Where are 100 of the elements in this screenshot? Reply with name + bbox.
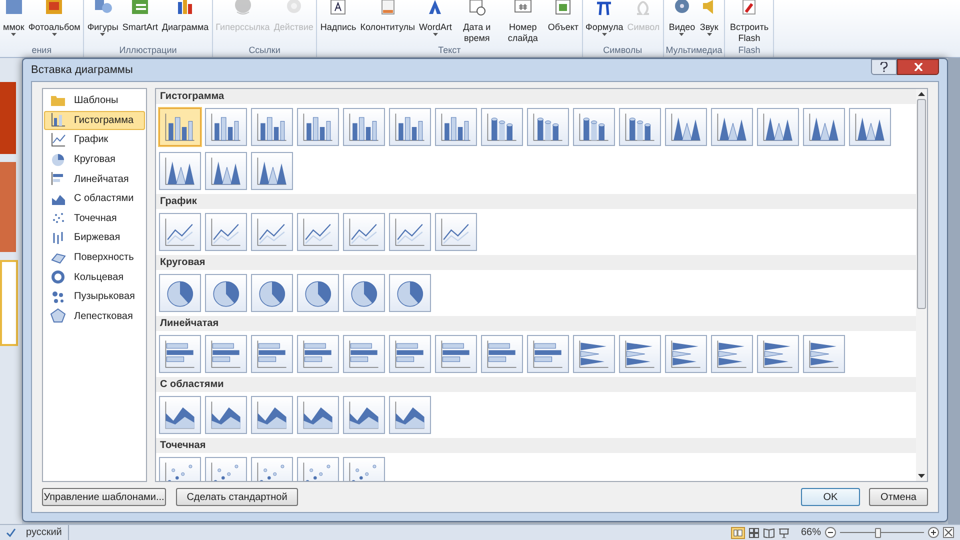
category-item[interactable]: График	[44, 130, 145, 150]
category-item[interactable]: Гистограмма	[44, 110, 145, 130]
chart-type-option[interactable]	[159, 108, 201, 146]
chart-type-option[interactable]	[205, 274, 247, 312]
ribbon-button[interactable]: Дата и время	[454, 0, 499, 44]
category-item[interactable]: Шаблоны	[44, 91, 145, 111]
chart-type-option[interactable]	[297, 335, 339, 373]
chart-type-option[interactable]	[527, 108, 569, 146]
chart-type-option[interactable]	[435, 108, 477, 146]
chart-type-option[interactable]	[803, 335, 845, 373]
chart-type-option[interactable]	[665, 108, 707, 146]
zoom-level[interactable]: 66%	[800, 525, 821, 540]
category-item[interactable]: С областями	[44, 188, 145, 209]
chart-type-option[interactable]	[297, 274, 339, 312]
ribbon-button[interactable]: Диаграмма	[160, 0, 210, 33]
zoom-out-icon[interactable]	[825, 527, 836, 538]
chart-type-option[interactable]	[573, 108, 615, 146]
ribbon-button[interactable]: Звук	[698, 0, 720, 36]
ribbon-button[interactable]: Фигуры	[86, 0, 120, 36]
dialog-button[interactable]: Сделать стандартной	[176, 488, 298, 506]
chart-type-option[interactable]	[481, 108, 523, 146]
category-item[interactable]: Пузырьковая	[44, 286, 145, 307]
chart-type-option[interactable]	[297, 108, 339, 146]
category-item[interactable]: Линейчатая	[44, 169, 145, 189]
close-button[interactable]	[897, 59, 939, 75]
zoom-slider[interactable]	[840, 528, 924, 538]
chart-type-option[interactable]	[251, 274, 293, 312]
ribbon-button[interactable]: ммок	[2, 0, 26, 36]
chart-type-option[interactable]	[251, 108, 293, 146]
category-item[interactable]: Биржевая	[44, 228, 145, 248]
chart-type-option[interactable]	[251, 152, 293, 190]
chart-type-option[interactable]	[527, 335, 569, 373]
ok-button[interactable]: OK	[801, 488, 860, 506]
chart-type-option[interactable]	[297, 213, 339, 251]
chart-type-option[interactable]	[343, 396, 385, 434]
chart-type-option[interactable]	[251, 335, 293, 373]
chart-type-option[interactable]	[435, 213, 477, 251]
cancel-button[interactable]: Отмена	[869, 488, 928, 506]
ribbon-button[interactable]: Видео	[668, 0, 696, 36]
chart-type-option[interactable]	[711, 108, 753, 146]
normal-view-icon[interactable]	[730, 526, 745, 538]
chart-type-option[interactable]	[159, 335, 201, 373]
chart-type-option[interactable]	[205, 335, 247, 373]
chart-type-option[interactable]	[849, 108, 891, 146]
chart-type-option[interactable]	[389, 108, 431, 146]
ribbon-button[interactable]: WordArt	[418, 0, 453, 36]
chart-type-option[interactable]	[711, 335, 753, 373]
zoom-slider-thumb[interactable]	[874, 528, 881, 538]
dialog-button[interactable]: Управление шаблонами...	[42, 488, 166, 506]
chart-type-option[interactable]	[435, 335, 477, 373]
chart-type-option[interactable]	[251, 213, 293, 251]
chart-type-option[interactable]	[619, 335, 661, 373]
chart-type-option[interactable]	[389, 274, 431, 312]
ribbon-button[interactable]: Объект	[546, 0, 580, 33]
chart-type-option[interactable]	[159, 152, 201, 190]
chart-type-option[interactable]	[205, 213, 247, 251]
ribbon-button[interactable]: SmartArt	[121, 0, 159, 33]
category-item[interactable]: Круговая	[44, 150, 145, 170]
ribbon-button[interactable]: Колонтитулы	[359, 0, 416, 33]
language-indicator[interactable]: русский	[26, 525, 69, 540]
chart-type-option[interactable]	[343, 335, 385, 373]
chart-type-option[interactable]	[389, 213, 431, 251]
chart-type-option[interactable]	[159, 213, 201, 251]
chart-type-option[interactable]	[159, 274, 201, 312]
category-item[interactable]: Точечная	[44, 208, 145, 228]
chart-type-option[interactable]	[481, 335, 523, 373]
chart-type-option[interactable]	[343, 108, 385, 146]
ribbon-button[interactable]: Встроить Flash	[727, 0, 772, 44]
scrollbar[interactable]	[916, 89, 927, 481]
grid-view-icon[interactable]	[748, 528, 759, 538]
chart-type-option[interactable]	[205, 396, 247, 434]
chart-type-option[interactable]	[803, 108, 845, 146]
ribbon-button[interactable]: Надпись	[319, 0, 358, 33]
projector-screen-icon[interactable]	[778, 528, 789, 538]
fit-to-window-icon[interactable]	[943, 527, 954, 538]
zoom-in-icon[interactable]	[928, 527, 939, 538]
chart-type-option[interactable]	[343, 274, 385, 312]
ribbon-button[interactable]: Фотоальбом	[27, 0, 82, 36]
chart-type-option[interactable]	[205, 108, 247, 146]
chart-type-option[interactable]	[665, 335, 707, 373]
help-button[interactable]	[871, 59, 897, 75]
chart-type-option[interactable]	[251, 396, 293, 434]
chart-type-option[interactable]	[573, 335, 615, 373]
chart-type-option[interactable]	[389, 335, 431, 373]
category-item[interactable]: Поверхность	[44, 248, 145, 268]
scroll-thumb[interactable]	[917, 99, 926, 309]
category-item[interactable]: Лепестковая	[44, 306, 145, 326]
chart-type-option[interactable]	[343, 213, 385, 251]
globe-icon	[232, 0, 253, 16]
chart-type-option[interactable]	[205, 152, 247, 190]
book-icon[interactable]	[762, 528, 775, 538]
ribbon-button[interactable]: Номер слайда	[500, 0, 545, 44]
ribbon-button[interactable]: Формула	[584, 0, 624, 36]
chart-type-option[interactable]	[297, 396, 339, 434]
chart-type-option[interactable]	[389, 396, 431, 434]
category-item[interactable]: Кольцевая	[44, 267, 145, 287]
chart-type-option[interactable]	[757, 108, 799, 146]
chart-type-option[interactable]	[619, 108, 661, 146]
chart-type-option[interactable]	[757, 335, 799, 373]
chart-type-option[interactable]	[159, 396, 201, 434]
